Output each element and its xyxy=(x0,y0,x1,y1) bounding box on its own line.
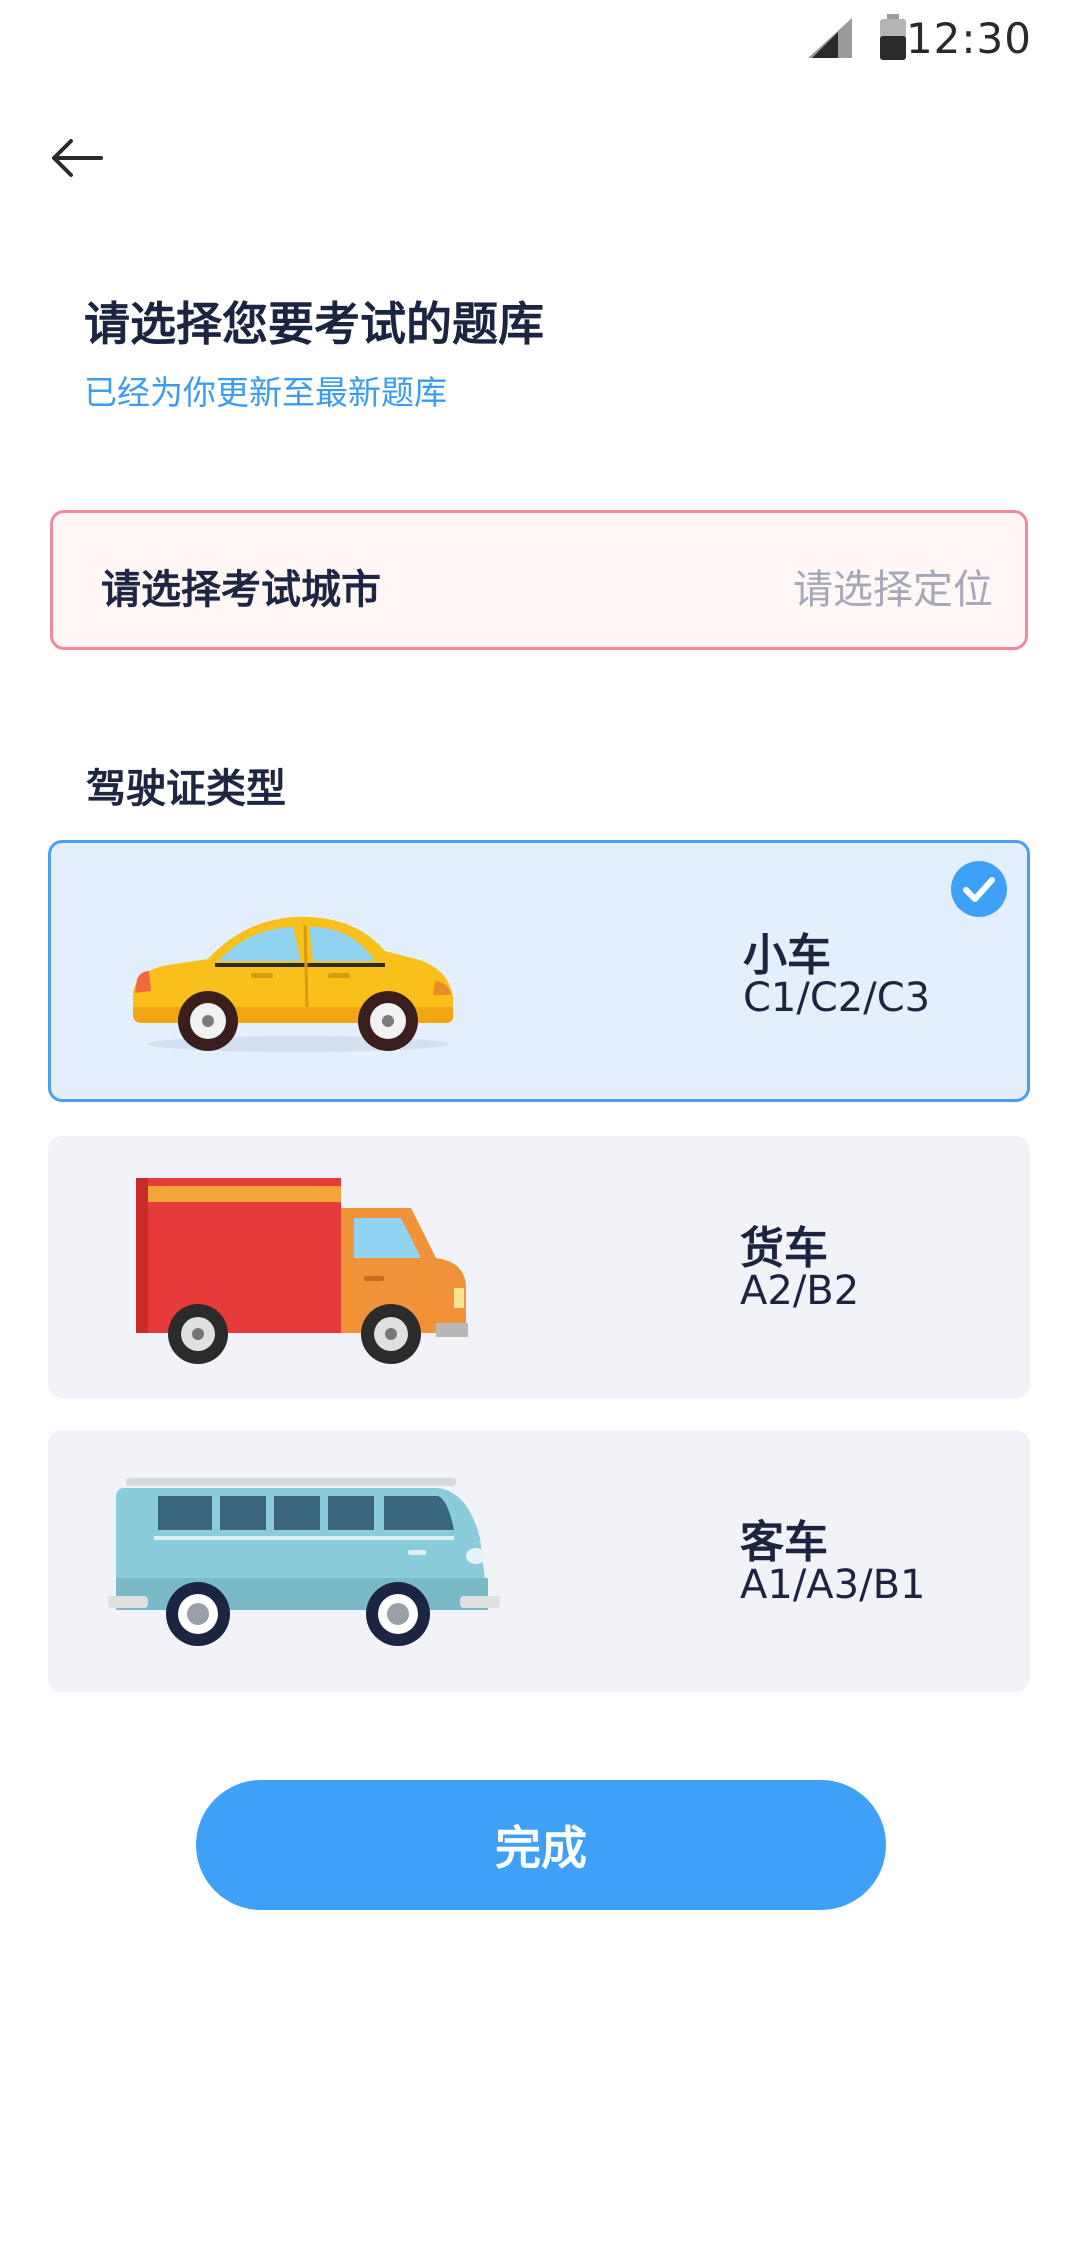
license-codes: A2/B2 xyxy=(740,1268,860,1314)
car-icon xyxy=(133,916,453,1052)
city-label: 请选择考试城市 xyxy=(101,567,381,613)
license-name: 客车 xyxy=(740,1517,828,1568)
checkmark-icon xyxy=(951,861,1007,917)
bus-icon xyxy=(108,1478,500,1646)
page-subtitle: 已经为你更新至最新题库 xyxy=(84,373,447,412)
truck-icon xyxy=(136,1178,468,1364)
signal-icon xyxy=(808,18,852,58)
status-time: 12:30 xyxy=(905,14,1032,63)
license-codes: C1/C2/C3 xyxy=(743,975,931,1021)
license-name: 小车 xyxy=(743,930,831,981)
city-selector[interactable]: 请选择考试城市 请选择定位 xyxy=(50,510,1028,650)
back-arrow-icon xyxy=(52,139,103,177)
done-button[interactable]: 完成 xyxy=(196,1780,886,1910)
license-option-truck[interactable]: 货车 A2/B2 xyxy=(48,1136,1030,1398)
license-codes: A1/A3/B1 xyxy=(740,1562,926,1608)
back-button[interactable] xyxy=(46,128,106,188)
license-name: 货车 xyxy=(740,1223,828,1274)
city-placeholder[interactable]: 请选择定位 xyxy=(793,557,993,615)
status-bar: 12:30 xyxy=(0,0,1080,80)
license-option-car[interactable]: 小车 C1/C2/C3 xyxy=(48,840,1030,1102)
license-type-title: 驾驶证类型 xyxy=(86,766,286,812)
page-title: 请选择您要考试的题库 xyxy=(84,297,544,351)
battery-icon xyxy=(880,14,906,60)
license-option-bus[interactable]: 客车 A1/A3/B1 xyxy=(48,1430,1030,1692)
